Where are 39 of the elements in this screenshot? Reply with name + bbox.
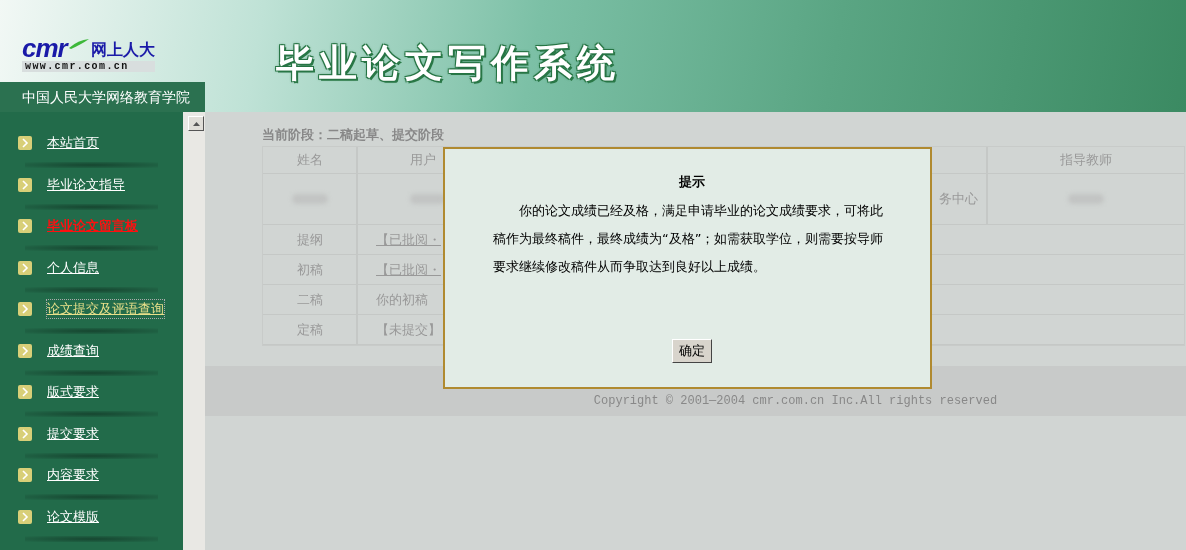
system-title: 毕业论文写作系统 <box>276 40 620 87</box>
table-cell: 提纲 <box>263 225 358 254</box>
caret-up-icon <box>192 121 200 126</box>
nav-link[interactable]: 本站首页 <box>47 134 99 152</box>
chevron-icon <box>18 260 32 275</box>
nav-link[interactable]: 内容要求 <box>47 466 99 484</box>
table-cell: 定稿 <box>263 315 358 344</box>
chevron-icon <box>18 509 32 524</box>
nav-link[interactable]: 成绩查询 <box>47 341 99 360</box>
nav-link[interactable]: 版式要求 <box>47 383 99 401</box>
stage-label: 当前阶段：二稿起草、提交阶段 <box>262 126 445 144</box>
status-text: 你的初稿 <box>376 290 428 309</box>
swoosh-icon <box>67 38 90 50</box>
table-cell: 初稿 <box>263 255 358 284</box>
chevron-icon <box>18 302 32 316</box>
logo-url: www.cmr.com.cn <box>22 61 155 72</box>
chevron-icon <box>18 385 32 399</box>
chevron-icon <box>18 343 32 358</box>
nav-link[interactable]: 提交要求 <box>47 424 99 443</box>
table-header-cell-text: 指导教师 <box>1059 151 1113 169</box>
chevron-icon <box>18 468 32 482</box>
logo-brand: cmr <box>22 36 67 60</box>
chevron-icon <box>18 136 32 150</box>
nav-link[interactable]: 论文模版 <box>47 507 99 526</box>
logo-name: 网上人大 <box>90 40 155 60</box>
nav-link[interactable]: 个人信息 <box>47 258 99 277</box>
chevron-icon <box>18 426 32 441</box>
nav-link[interactable]: 论文提交及评语查询 <box>47 300 164 318</box>
school-name: 中国人民大学网络教育学院 <box>0 82 205 112</box>
chevron-icon <box>18 177 32 192</box>
ok-button[interactable]: 确定 <box>671 339 712 363</box>
blurred-text <box>410 194 446 204</box>
status-text: 【未提交】 <box>376 320 441 339</box>
scroll-up-button[interactable] <box>188 116 204 131</box>
chevron-icon <box>18 219 32 233</box>
copyright-text: Copyright © 2001—2004 cmr.com.cn Inc.All rights reserved <box>592 394 998 408</box>
dialog-title: 提示 <box>678 173 705 191</box>
table-cell: 二稿 <box>263 285 358 314</box>
nav-link[interactable]: 毕业论文指导 <box>47 175 125 194</box>
